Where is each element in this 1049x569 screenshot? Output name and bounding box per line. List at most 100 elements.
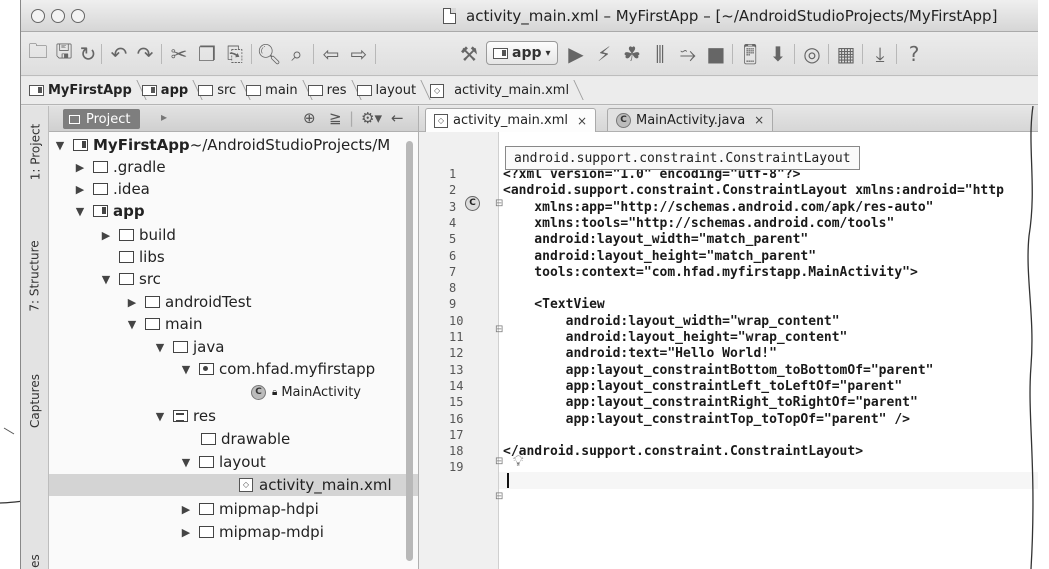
profile-icon[interactable]: ⫼ <box>648 40 672 68</box>
tree-item-gradle[interactable]: ▶ .gradle <box>49 156 418 178</box>
undo-icon[interactable]: ↶ <box>107 40 131 68</box>
bottom-tool-tab[interactable]: es <box>21 546 49 569</box>
collapsed-arrow-icon: ▶ <box>181 525 191 539</box>
editor-tab-bar: ◇ activity_main.xml × C MainActivity.java × <box>419 106 1038 132</box>
folder-icon <box>201 433 216 445</box>
tree-item-androidtest[interactable]: ▶ androidTest <box>49 291 418 313</box>
debug-icon[interactable]: ☘ <box>620 40 644 68</box>
project-structure-icon[interactable]: ▦ <box>834 40 858 68</box>
expanded-arrow-icon: ▼ <box>75 204 85 218</box>
hide-panel-icon[interactable]: ← <box>391 109 404 127</box>
project-scrollbar[interactable] <box>406 141 413 561</box>
structure-tool-tab[interactable]: 7: Structure <box>21 226 49 326</box>
tree-item-idea[interactable]: ▶ .idea <box>49 178 418 200</box>
avd-manager-icon[interactable]: 📱︎ <box>737 40 762 68</box>
window-title: activity_main.xml – MyFirstApp – [~/Andr… <box>466 7 998 25</box>
close-tab-icon[interactable]: × <box>754 113 764 127</box>
tree-item-app[interactable]: ▼ app <box>49 200 418 222</box>
tree-item-libs[interactable]: libs <box>49 246 418 268</box>
xml-file-icon: ◇ <box>430 83 445 98</box>
crumb-layout[interactable]: layout <box>355 83 425 98</box>
crumb-label: res <box>326 83 347 98</box>
tree-item-build[interactable]: ▶ build <box>49 224 418 246</box>
tree-item-mainactivity[interactable]: C 🔒︎ MainActivity <box>49 381 418 403</box>
sdk-download-icon[interactable]: ⤓ <box>868 40 892 68</box>
tab-mainactivity-java[interactable]: C MainActivity.java × <box>607 108 774 131</box>
code-line: </android.support.constraint.ConstraintL… <box>503 444 864 460</box>
apply-changes-icon[interactable]: ⚡︎ <box>592 40 616 68</box>
project-view-selector[interactable]: Project <box>63 109 141 129</box>
stop-icon[interactable]: ■ <box>704 40 728 68</box>
sdk-manager-icon[interactable]: ⬇ <box>766 40 790 68</box>
line-number: 10 <box>449 313 464 328</box>
tree-item-res[interactable]: ▼ res <box>49 405 418 427</box>
crumb-app[interactable]: app <box>140 83 196 98</box>
cut-icon[interactable]: ✂ <box>167 40 191 68</box>
run-configuration-dropdown[interactable]: app ▾ <box>486 41 558 65</box>
crumb-file[interactable]: ◇ activity_main.xml <box>424 83 577 98</box>
tree-item-java[interactable]: ▼ java <box>49 336 418 358</box>
line-number: 3 <box>449 199 457 214</box>
tree-item-mipmap-hdpi[interactable]: ▶ mipmap-hdpi <box>49 498 418 520</box>
tree-item-activity-main-xml[interactable]: ◇ activity_main.xml <box>49 474 418 496</box>
minimize-window-button[interactable] <box>51 9 65 23</box>
back-icon[interactable]: ⇦ <box>319 40 343 68</box>
line-number: 17 <box>449 427 464 442</box>
code-line: <android.support.constraint.ConstraintLa… <box>503 183 1004 199</box>
line-number: 1 <box>449 167 457 181</box>
crumb-src[interactable]: src <box>196 83 244 98</box>
tree-item-label: src <box>139 270 161 288</box>
tree-item-project-root[interactable]: ▼ MyFirstApp ~/AndroidStudioProjects/M <box>49 134 418 156</box>
code-area[interactable]: <?xml version="1.0" encoding="utf-8"?> <a… <box>499 132 1038 569</box>
scroll-from-source-icon[interactable]: ⊕ <box>303 109 316 127</box>
code-line: xmlns:app="http://schemas.android.com/ap… <box>503 199 934 215</box>
project-icon <box>69 114 80 124</box>
collapsed-arrow-icon: ▶ <box>127 295 137 309</box>
xml-breadcrumb-popup[interactable]: android.support.constraint.ConstraintLay… <box>505 146 860 170</box>
zoom-window-button[interactable] <box>71 9 85 23</box>
line-number: 2 <box>449 183 457 198</box>
attach-debugger-icon[interactable]: ⭇ <box>676 40 700 68</box>
gear-icon[interactable]: ⚙▾ <box>361 109 382 127</box>
line-number: 7 <box>449 264 457 279</box>
sync-icon[interactable]: ↻ <box>77 40 99 68</box>
project-tool-tab[interactable]: 1: Project <box>21 112 49 192</box>
code-line: <TextView <box>503 297 605 313</box>
copy-icon[interactable]: ❐ <box>195 40 219 68</box>
module-icon <box>93 205 108 217</box>
redo-icon[interactable]: ↷ <box>133 40 157 68</box>
tree-item-layout[interactable]: ▼ layout <box>49 451 418 473</box>
class-icon: C <box>251 384 266 400</box>
save-icon[interactable]: 🖫 <box>53 39 75 68</box>
res-folder-icon <box>307 85 323 96</box>
folder-icon <box>246 85 262 96</box>
document-icon <box>443 8 456 24</box>
tree-item-mipmap-mdpi[interactable]: ▶ mipmap-mdpi <box>49 521 418 543</box>
chevron-right-icon[interactable]: ▸ <box>161 110 167 124</box>
folder-icon <box>145 296 160 308</box>
paste-icon[interactable]: ⎘ <box>223 40 247 68</box>
expanded-arrow-icon: ▼ <box>181 455 191 469</box>
open-folder-icon[interactable]: 🗀 <box>27 39 49 68</box>
crumb-project[interactable]: MyFirstApp <box>27 83 140 98</box>
build-hammer-icon[interactable]: ⚒ <box>457 40 481 68</box>
collapse-all-icon[interactable]: ≧ <box>329 109 342 127</box>
run-icon[interactable]: ▶ <box>564 40 588 68</box>
find-icon[interactable]: 🔍︎ <box>256 40 281 68</box>
help-icon[interactable]: ? <box>902 40 926 68</box>
device-monitor-icon[interactable]: ◎ <box>800 40 824 68</box>
crumb-main[interactable]: main <box>244 83 305 98</box>
replace-icon[interactable]: ⌕ <box>285 40 309 68</box>
tree-item-drawable[interactable]: drawable <box>49 428 418 450</box>
crumb-res[interactable]: res <box>306 83 355 98</box>
tree-item-main[interactable]: ▼ main <box>49 313 418 335</box>
tree-item-package[interactable]: ▼ com.hfad.myfirstapp <box>49 358 418 380</box>
navigation-breadcrumb: MyFirstApp app src main res layout ◇ acti… <box>21 77 1038 105</box>
forward-icon[interactable]: ⇨ <box>347 40 371 68</box>
close-window-button[interactable] <box>31 9 45 23</box>
close-tab-icon[interactable]: × <box>577 114 587 128</box>
tree-item-src[interactable]: ▼ src <box>49 268 418 290</box>
captures-tool-tab[interactable]: Captures <box>21 356 49 446</box>
tab-activity-main-xml[interactable]: ◇ activity_main.xml × <box>425 108 597 132</box>
module-icon <box>29 85 44 96</box>
